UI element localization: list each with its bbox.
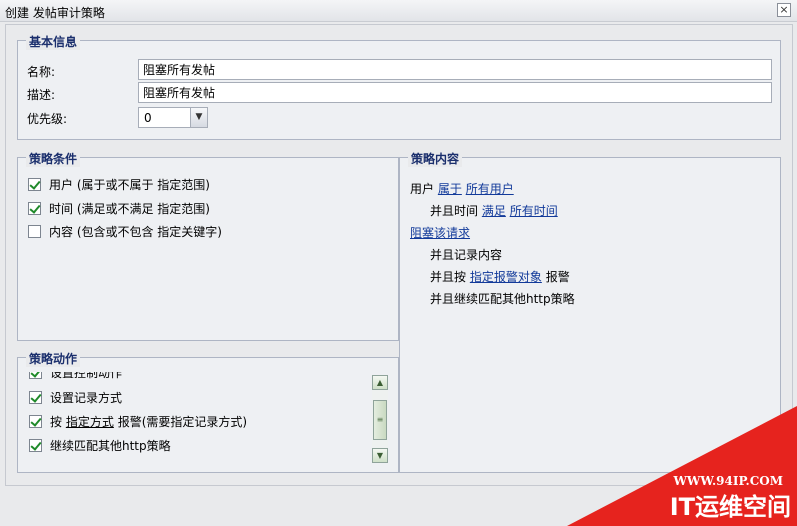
actions-legend: 策略动作 xyxy=(26,350,81,367)
all-users-link[interactable]: 所有用户 xyxy=(466,182,514,196)
condition-user[interactable]: 用户 (属于或不属于 指定范围) xyxy=(28,176,210,192)
content-time-text: 并且时间 xyxy=(430,204,479,218)
condition-time[interactable]: 时间 (满足或不满足 指定范围) xyxy=(28,200,210,216)
actions-scrollbar[interactable]: ▲ ≡ ▼ xyxy=(372,375,388,463)
priority-select[interactable]: 0 ▼ xyxy=(138,107,208,128)
priority-value: 0 xyxy=(144,111,152,125)
title-bar: 创建 发帖审计策略 × xyxy=(0,0,797,22)
watermark-url: WWW.94IP.COM xyxy=(673,474,783,488)
condition-content[interactable]: 内容 (包含或不包含 指定关键字) xyxy=(28,223,222,239)
content-legend: 策略内容 xyxy=(408,150,463,167)
user-belong-link[interactable]: 属于 xyxy=(438,182,462,196)
condition-user-checkbox[interactable] xyxy=(28,177,41,191)
action-control[interactable]: 设置控制动作 xyxy=(29,372,122,380)
content-line-time: 并且时间 满足 所有时间 xyxy=(430,202,558,219)
all-time-link[interactable]: 所有时间 xyxy=(510,204,558,218)
action-alert[interactable]: 按 指定方式 报警(需要指定记录方式) xyxy=(29,413,247,429)
action-record-checkbox[interactable] xyxy=(29,390,42,404)
priority-label: 优先级: xyxy=(27,112,68,126)
basic-info-legend: 基本信息 xyxy=(26,33,81,50)
action-alert-suffix: 报警(需要指定记录方式) xyxy=(117,414,248,429)
description-input[interactable] xyxy=(138,82,772,103)
condition-time-checkbox[interactable] xyxy=(28,201,41,215)
condition-user-label: 用户 (属于或不属于 指定范围) xyxy=(49,177,210,192)
action-alert-checkbox[interactable] xyxy=(29,414,42,428)
action-record[interactable]: 设置记录方式 xyxy=(29,389,122,405)
content-line-continue: 并且继续匹配其他http策略 xyxy=(430,292,575,306)
watermark-brand: IT运维空间 xyxy=(669,493,791,521)
action-continue-label: 继续匹配其他http策略 xyxy=(50,438,171,453)
content-line-user: 用户 属于 所有用户 xyxy=(410,180,514,197)
condition-time-label: 时间 (满足或不满足 指定范围) xyxy=(49,201,210,216)
scroll-thumb[interactable]: ≡ xyxy=(373,400,387,440)
window-title: 创建 发帖审计策略 xyxy=(5,6,105,20)
scroll-track[interactable]: ≡ xyxy=(372,390,388,448)
content-line-alert: 并且按 指定报警对象 报警 xyxy=(430,268,570,285)
action-record-label: 设置记录方式 xyxy=(50,390,123,405)
content-alert-suffix: 报警 xyxy=(545,270,570,284)
content-line-block: 阻塞该请求 xyxy=(410,224,470,241)
chevron-down-icon[interactable]: ▼ xyxy=(190,108,207,127)
scroll-down-icon[interactable]: ▼ xyxy=(372,448,388,463)
conditions-legend: 策略条件 xyxy=(26,150,81,167)
action-continue-checkbox[interactable] xyxy=(29,438,42,452)
actions-list: 设置控制动作 设置记录方式 按 指定方式 报警(需要指定记录方式) 继续匹配其他… xyxy=(19,372,369,468)
block-request-link[interactable]: 阻塞该请求 xyxy=(410,226,470,240)
scroll-up-icon[interactable]: ▲ xyxy=(372,375,388,390)
action-continue[interactable]: 继续匹配其他http策略 xyxy=(29,437,171,453)
name-input[interactable] xyxy=(138,59,772,80)
alert-target-link[interactable]: 指定报警对象 xyxy=(470,270,542,284)
conditions-group: 策略条件 用户 (属于或不属于 指定范围) 时间 (满足或不满足 指定范围) 内… xyxy=(17,150,399,341)
action-alert-prefix: 按 xyxy=(50,414,63,429)
content-line-record: 并且记录内容 xyxy=(430,248,503,262)
actions-group: 策略动作 设置控制动作 设置记录方式 按 指定方式 报警(需要指定记录方式) 继… xyxy=(17,350,399,473)
action-control-checkbox[interactable] xyxy=(29,372,42,379)
action-control-label: 设置控制动作 xyxy=(50,372,123,380)
close-button[interactable]: × xyxy=(777,3,791,17)
content-alert-prefix: 并且按 xyxy=(430,270,467,284)
time-satisfy-link[interactable]: 满足 xyxy=(482,204,506,218)
description-label: 描述: xyxy=(27,88,56,102)
action-alert-method-link[interactable]: 指定方式 xyxy=(66,413,114,430)
name-label: 名称: xyxy=(27,65,56,79)
condition-content-label: 内容 (包含或不包含 指定关键字) xyxy=(49,224,222,239)
content-user-text: 用户 xyxy=(410,182,435,196)
condition-content-checkbox[interactable] xyxy=(28,224,41,238)
basic-info-group: 基本信息 名称: 描述: 优先级: 0 ▼ xyxy=(17,33,781,140)
